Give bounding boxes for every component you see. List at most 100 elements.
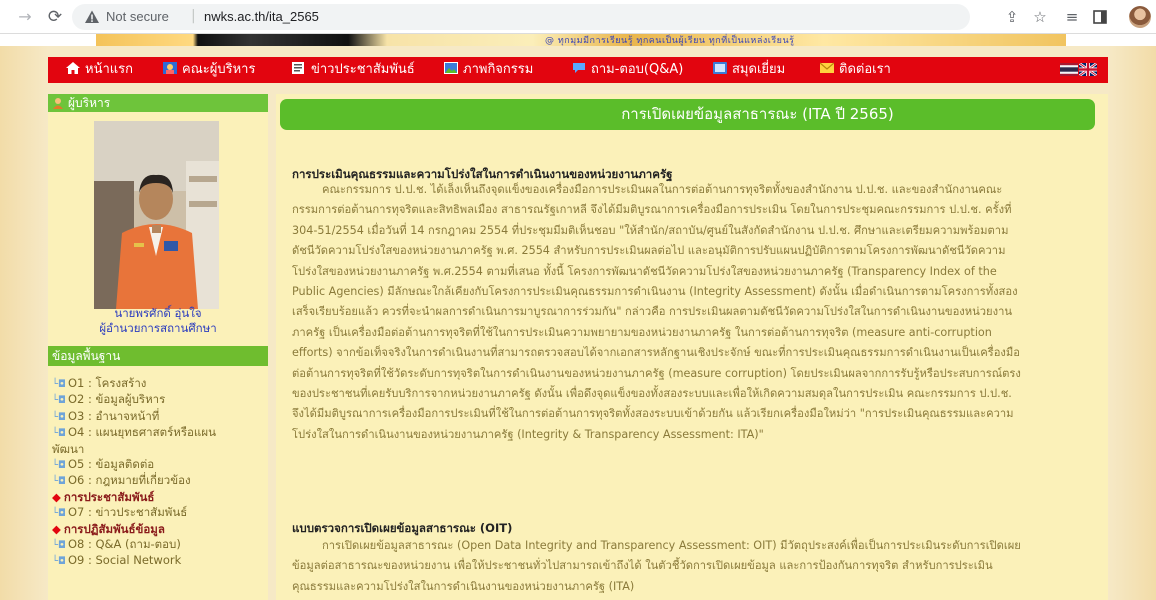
reading-list-icon[interactable]: ≡ bbox=[1062, 7, 1082, 27]
menu-item-executives[interactable]: คณะผู้บริหาร bbox=[163, 57, 255, 83]
warning-icon[interactable] bbox=[84, 9, 100, 25]
paragraph-line: โปร่งใสในการดำเนินงานของหน่วยงานภาครัฐ (… bbox=[292, 427, 764, 441]
director-photo bbox=[94, 121, 219, 309]
sidebar-item-label: O5 : ข้อมูลติดต่อ bbox=[67, 457, 155, 472]
sidebar-item-label: O9 : Social Network bbox=[67, 553, 182, 568]
paragraph-line: Public Agencies) มีลักษณะใกล้เคียงกับโคร… bbox=[292, 285, 1018, 299]
sidebar-item-o3[interactable]: └◘ O3 : อำนาจหน้าที่ bbox=[52, 409, 264, 425]
people-icon bbox=[163, 62, 177, 74]
sidebar-item-o2[interactable]: └◘ O2 : ข้อมูลผู้บริหาร bbox=[52, 392, 264, 408]
page-background-left bbox=[0, 46, 48, 600]
paragraph-line: คณะกรรมการ ป.ป.ช. ได้เล็งเห็นถึงจุดแข็งข… bbox=[322, 183, 1003, 196]
not-secure-label[interactable]: Not secure bbox=[106, 9, 169, 24]
sidebar-item-label: O2 : ข้อมูลผู้บริหาร bbox=[67, 392, 166, 407]
paragraph-line: การเปิดเผยข้อมูลสาธารณะ (Open Data Integ… bbox=[322, 539, 1021, 552]
info-header-label: ข้อมูลพื้นฐาน bbox=[52, 349, 121, 363]
sidebar-category-pr: ◆ การประชาสัมพันธ์ bbox=[52, 490, 264, 505]
tree-branch-icon: └◘ bbox=[52, 395, 66, 407]
profile-avatar[interactable] bbox=[1129, 6, 1151, 28]
menu-item-guestbook[interactable]: สมุดเยี่ยม bbox=[713, 57, 785, 83]
paragraph-line: ภาครัฐ เป็นเครื่องมือต่อต้านการทุจริตที่… bbox=[292, 325, 992, 339]
paragraph-line: ต่อต้านการทุจริตที่ใช้วัดระดับการทุจริตใ… bbox=[292, 366, 1021, 380]
admin-section-header: ผู้บริหาร bbox=[48, 94, 268, 112]
sidebar-item-o4-continued[interactable]: พัฒนา bbox=[52, 442, 264, 457]
side-panel-icon[interactable] bbox=[1090, 7, 1110, 27]
sidebar-item-o4[interactable]: └◘ O4 : แผนยุทธศาสตร์หรือแผน bbox=[52, 425, 264, 441]
paragraph-line: ข้อมูลต่อสาธารณะของหน่วยงาน เพื่อให้ประช… bbox=[292, 559, 993, 573]
sidebar-item-o7[interactable]: └◘ O7 : ข่าวประชาสัมพันธ์ bbox=[52, 505, 264, 521]
paragraph-line: กรรมการต่อต้านการทุจริตและสิทธิพลเมือง ส… bbox=[292, 203, 1012, 217]
sidebar-item-label: O7 : ข่าวประชาสัมพันธ์ bbox=[67, 505, 188, 520]
sidebar-item-label: O4 : แผนยุทธศาสตร์หรือแผน bbox=[67, 425, 216, 440]
sidebar-item-o5[interactable]: └◘ O5 : ข้อมูลติดต่อ bbox=[52, 457, 264, 473]
bookmark-star-icon[interactable]: ☆ bbox=[1030, 7, 1050, 27]
banner-tagline: @ ทุกมุมมีการเรียนรู้ ทุกคนเป็นผู้เรียน … bbox=[545, 36, 795, 46]
share-icon[interactable]: ⇪ bbox=[1002, 7, 1022, 27]
address-bar[interactable]: Not secure | nwks.ac.th/ita_2565 bbox=[72, 4, 970, 30]
paragraph-line: เสร็จเรียบร้อยแล้ว ควรที่จะนำผลการดำเนิน… bbox=[292, 305, 1013, 319]
sidebar-item-label: O8 : Q&A (ถาม-ตอบ) bbox=[67, 537, 181, 552]
sidebar-category-interaction: ◆ การปฏิสัมพันธ์ข้อมูล bbox=[52, 522, 264, 537]
back-arrow-icon[interactable]: → bbox=[14, 6, 36, 28]
director-title: ผู้อำนวยการสถานศึกษา bbox=[99, 321, 217, 335]
page-title: การเปิดเผยข้อมูลสาธารณะ (ITA ปี 2565) bbox=[280, 99, 1095, 130]
menu-label: ติดต่อเรา bbox=[839, 62, 891, 77]
admin-header-label: ผู้บริหาร bbox=[68, 96, 111, 110]
menu-item-gallery[interactable]: ภาพกิจกรรม bbox=[444, 57, 533, 83]
sidebar-item-label: O3 : อำนาจหน้าที่ bbox=[67, 408, 160, 423]
sidebar-link-list: └◘ O1 : โครงสร้าง └◘ O2 : ข้อมูลผู้บริหาร … bbox=[52, 376, 264, 570]
bullet-icon: ◆ bbox=[52, 521, 61, 536]
mail-icon bbox=[820, 62, 834, 73]
sidebar-item-o6[interactable]: └◘ O6 : กฎหมายที่เกี่ยวข้อง bbox=[52, 473, 264, 489]
chat-icon bbox=[573, 63, 585, 73]
tree-branch-icon: └◘ bbox=[52, 460, 66, 472]
newspaper-icon bbox=[292, 62, 304, 74]
thai-flag-icon[interactable] bbox=[1060, 63, 1078, 76]
url-text[interactable]: nwks.ac.th/ita_2565 bbox=[204, 9, 319, 24]
menu-label: ข่าวประชาสัมพันธ์ bbox=[311, 62, 415, 77]
tree-branch-icon: └◘ bbox=[52, 556, 66, 568]
sidebar-item-o1[interactable]: └◘ O1 : โครงสร้าง bbox=[52, 376, 264, 392]
sidebar-item-o8[interactable]: └◘ O8 : Q&A (ถาม-ตอบ) bbox=[52, 537, 264, 553]
paragraph-line: คุณธรรมและความโปร่งใสในการดำเนินงานของหน… bbox=[292, 579, 635, 593]
sidebar-item-label: O1 : โครงสร้าง bbox=[67, 376, 147, 390]
menu-label: สมุดเยี่ยม bbox=[732, 62, 786, 77]
reload-icon[interactable]: ⟳ bbox=[44, 6, 66, 28]
page-background-right bbox=[1108, 46, 1156, 600]
sidebar-item-label: พัฒนา bbox=[52, 441, 85, 456]
paragraph-line: ของประชาชนที่เคยรับบริการจากหน่วยงานภาคร… bbox=[292, 387, 1012, 401]
menu-spacer bbox=[48, 46, 1108, 57]
info-section-header: ข้อมูลพื้นฐาน bbox=[48, 346, 268, 366]
gallery-icon bbox=[444, 62, 458, 74]
menu-label: ภาพกิจกรรม bbox=[463, 62, 534, 77]
browser-toolbar: → ⟳ Not secure | nwks.ac.th/ita_2565 ⇪ ☆… bbox=[0, 0, 1156, 34]
main-menu: หน้าแรก คณะผู้บริหาร ข่าวประชาสัมพันธ์ ภ… bbox=[48, 57, 1108, 83]
sidebar: ผู้บริหาร นายพรศักดิ์ อุ่นใจ ผู้อำนวยการ… bbox=[48, 94, 268, 600]
paragraph-line: โปร่งใสของหน่วยงานภาครัฐ พ.ศ.2554 ตามที่… bbox=[292, 264, 997, 278]
section-oit-body: การเปิดเผยข้อมูลสาธารณะ (Open Data Integ… bbox=[292, 536, 1095, 597]
menu-label: ถาม-ตอบ(Q&A) bbox=[591, 62, 684, 77]
guestbook-icon bbox=[713, 62, 727, 74]
menu-label: หน้าแรก bbox=[85, 62, 133, 77]
menu-item-contact[interactable]: ติดต่อเรา bbox=[820, 57, 891, 83]
paragraph-line: จึงได้มีมติบูรณาการเครื่องมือการประเมินท… bbox=[292, 407, 1014, 421]
tree-branch-icon: └◘ bbox=[52, 508, 66, 520]
tree-branch-icon: └◘ bbox=[52, 411, 66, 423]
section-ita-body: คณะกรรมการ ป.ป.ช. ได้เล็งเห็นถึงจุดแข็งข… bbox=[292, 180, 1095, 445]
tree-branch-icon: └◘ bbox=[52, 476, 66, 488]
menu-item-home[interactable]: หน้าแรก bbox=[66, 57, 133, 83]
sidebar-category-label: การประชาสัมพันธ์ bbox=[63, 489, 155, 504]
paragraph-line: ดัชนีวัดความโปร่งใสของหน่วยงานภาครัฐ พ.ศ… bbox=[292, 244, 1006, 258]
sidebar-item-label: O6 : กฎหมายที่เกี่ยวข้อง bbox=[67, 473, 191, 488]
menu-item-news[interactable]: ข่าวประชาสัมพันธ์ bbox=[292, 57, 415, 83]
sidebar-item-o9[interactable]: └◘ O9 : Social Network bbox=[52, 553, 264, 569]
tree-branch-icon: └◘ bbox=[52, 428, 66, 440]
uk-flag-icon[interactable] bbox=[1079, 63, 1097, 76]
paragraph-line: 304-51/2554 เมื่อวันที่ 14 กรกฎาคม 2554 … bbox=[292, 223, 1009, 237]
admin-user-icon bbox=[52, 96, 64, 109]
home-icon bbox=[66, 62, 80, 74]
menu-item-qa[interactable]: ถาม-ตอบ(Q&A) bbox=[572, 57, 683, 83]
menu-label: คณะผู้บริหาร bbox=[182, 62, 256, 77]
sidebar-category-label: การปฏิสัมพันธ์ข้อมูล bbox=[63, 521, 165, 536]
main-content: การเปิดเผยข้อมูลสาธารณะ (ITA ปี 2565) กา… bbox=[276, 94, 1108, 600]
